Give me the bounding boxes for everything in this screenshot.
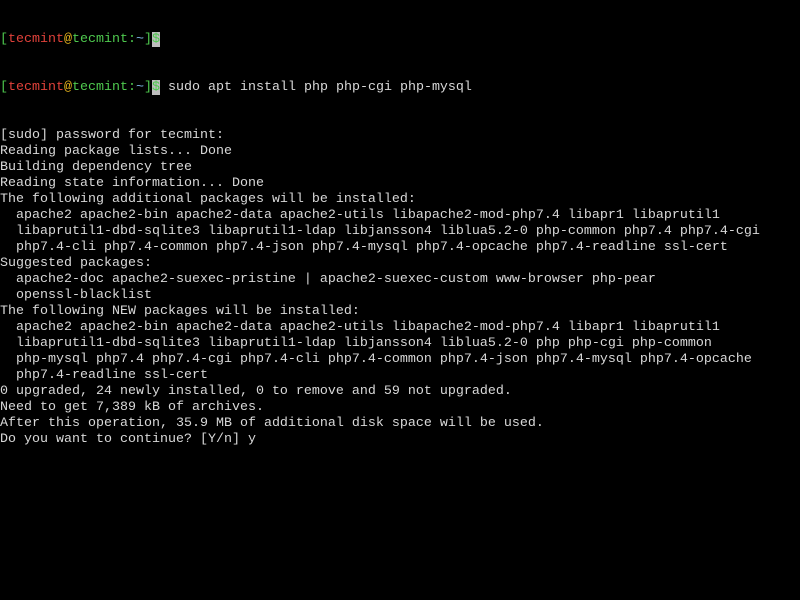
output-line: php7.4-cli php7.4-common php7.4-json php… [0, 240, 728, 255]
output-line: php7.4-readline ssl-cert [0, 368, 208, 383]
output-line: After this operation, 35.9 MB of additio… [0, 416, 544, 431]
prompt-colon: : [128, 80, 136, 95]
terminal-window[interactable]: [tecmint@tecmint:~]$ [tecmint@tecmint:~]… [0, 0, 800, 600]
output-line: libaprutil1-dbd-sqlite3 libaprutil1-ldap… [0, 336, 712, 351]
output-line: The following NEW packages will be insta… [0, 304, 360, 319]
output-line: Do you want to continue? [Y/n] y [0, 432, 256, 447]
prompt-at: @ [64, 32, 72, 47]
output-line: 0 upgraded, 24 newly installed, 0 to rem… [0, 384, 512, 399]
output-line: Suggested packages: [0, 256, 152, 271]
command-line: [tecmint@tecmint:~]$ sudo apt install ph… [0, 80, 800, 96]
output-line: apache2-doc apache2-suexec-pristine | ap… [0, 272, 656, 287]
prompt-host: tecmint [72, 32, 128, 47]
output-line: apache2 apache2-bin apache2-data apache2… [0, 320, 720, 335]
prompt-symbol: $ [152, 80, 160, 95]
prompt-host: tecmint [72, 80, 128, 95]
prompt-user: tecmint [8, 32, 64, 47]
output-line: The following additional packages will b… [0, 192, 416, 207]
prompt-bracket: ] [144, 32, 152, 47]
prompt-bracket: ] [144, 80, 152, 95]
prompt-path: ~ [136, 32, 144, 47]
prompt-bracket: [ [0, 32, 8, 47]
prompt-symbol: $ [152, 32, 160, 47]
prompt-user: tecmint [8, 80, 64, 95]
output-line: Reading state information... Done [0, 176, 264, 191]
output-line: Building dependency tree [0, 160, 192, 175]
output-line: Need to get 7,389 kB of archives. [0, 400, 264, 415]
prompt-at: @ [64, 80, 72, 95]
prompt-line: [tecmint@tecmint:~]$ [0, 32, 800, 48]
command-text: sudo apt install php php-cgi php-mysql [160, 80, 472, 95]
prompt-path: ~ [136, 80, 144, 95]
command-output: [sudo] password for tecmint: Reading pack… [0, 128, 800, 448]
output-line: Reading package lists... Done [0, 144, 232, 159]
output-line: openssl-blacklist [0, 288, 152, 303]
output-line: apache2 apache2-bin apache2-data apache2… [0, 208, 720, 223]
prompt-colon: : [128, 32, 136, 47]
output-line: php-mysql php7.4 php7.4-cgi php7.4-cli p… [0, 352, 752, 367]
prompt-bracket: [ [0, 80, 8, 95]
output-line: libaprutil1-dbd-sqlite3 libaprutil1-ldap… [0, 224, 760, 239]
output-line: [sudo] password for tecmint: [0, 128, 224, 143]
